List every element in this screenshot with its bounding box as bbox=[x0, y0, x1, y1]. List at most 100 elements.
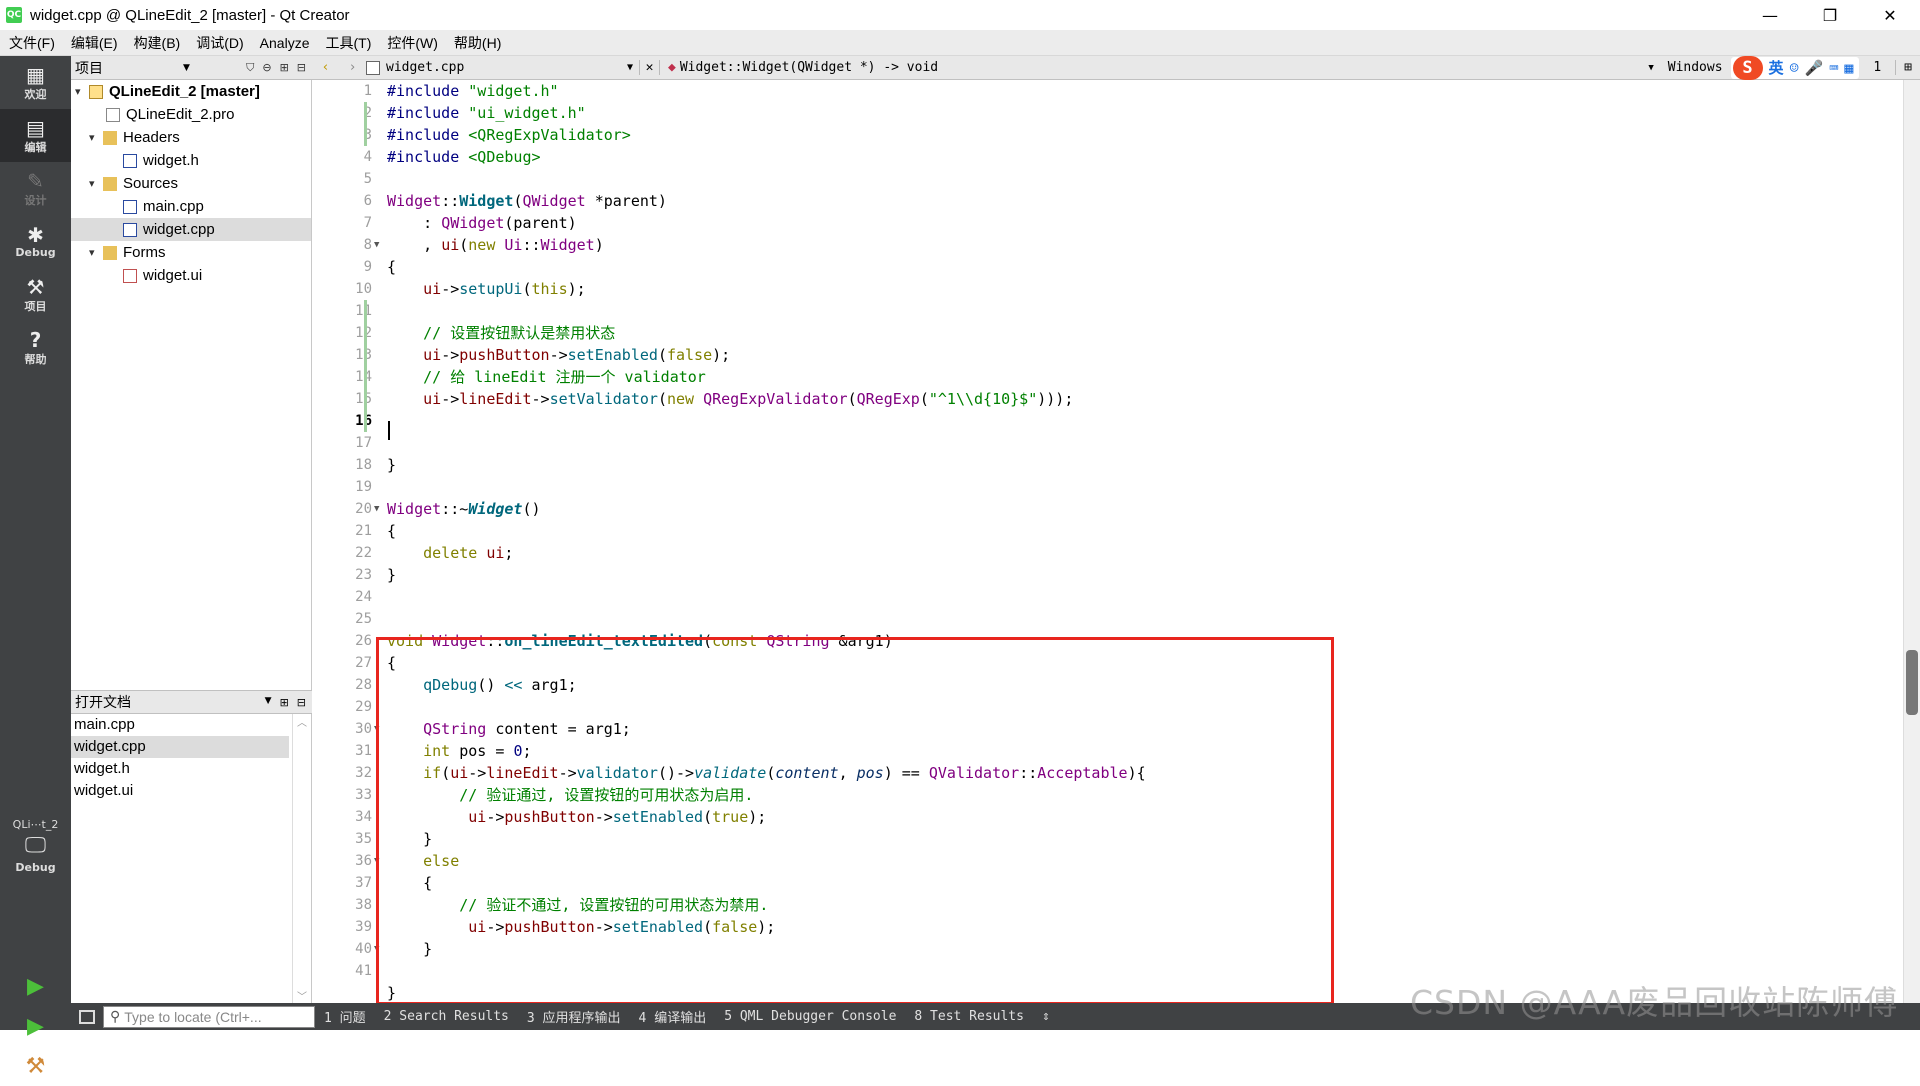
tree-item-main-cpp[interactable]: main.cpp bbox=[71, 195, 311, 218]
mode-design[interactable]: ✎ 设计 bbox=[0, 162, 71, 215]
tree-item-sources[interactable]: ▾ Sources bbox=[71, 172, 311, 195]
open-doc-item[interactable]: main.cpp bbox=[71, 714, 289, 736]
close-button[interactable]: ✕ bbox=[1860, 0, 1920, 30]
tree-item-headers[interactable]: ▾ Headers bbox=[71, 126, 311, 149]
scrollbar-thumb[interactable] bbox=[1906, 650, 1918, 715]
tree-item-project[interactable]: ▾ QLineEdit_2 [master] bbox=[71, 80, 311, 103]
code-token: ); bbox=[567, 280, 586, 298]
keyboard-icon[interactable]: ⌨ bbox=[1829, 59, 1838, 77]
close-pane-icon[interactable]: ⊟ bbox=[297, 61, 306, 75]
close-pane-icon[interactable]: ⊟ bbox=[297, 696, 306, 709]
menu-controls[interactable]: 控件(W) bbox=[378, 33, 445, 53]
help-icon: ? bbox=[29, 327, 42, 352]
link-icon[interactable]: ⊖ bbox=[262, 61, 271, 75]
kit-selector[interactable]: QLi⋯t_2 🖵 Debug bbox=[0, 818, 71, 874]
code-token: ))); bbox=[1037, 390, 1074, 408]
pane-compile-output[interactable]: 4 编译输出 bbox=[630, 1007, 716, 1026]
menu-bar: 文件(F) 编辑(E) 构建(B) 调试(D) Analyze 工具(T) 控件… bbox=[0, 30, 1920, 56]
mode-edit[interactable]: ▤ 编辑 bbox=[0, 109, 71, 162]
editor-scrollbar[interactable] bbox=[1903, 80, 1920, 1003]
chevron-down-icon[interactable]: ▾ bbox=[75, 85, 89, 98]
code-line: } bbox=[387, 566, 397, 584]
pane-test-results[interactable]: 8 Test Results bbox=[905, 1009, 1033, 1024]
open-documents-scrollbar[interactable]: ︿ ﹀ bbox=[292, 714, 311, 1003]
mode-welcome[interactable]: ▦ 欢迎 bbox=[0, 56, 71, 109]
emoji-icon[interactable]: ☺ bbox=[1790, 59, 1799, 77]
view-dropdown-icon[interactable]: ▼ bbox=[183, 63, 190, 73]
tree-item-forms[interactable]: ▾ Forms bbox=[71, 241, 311, 264]
build-button[interactable]: ⚒ bbox=[0, 1046, 71, 1086]
view-dropdown-icon[interactable]: ▼ bbox=[265, 696, 272, 709]
sogou-logo-icon: S bbox=[1732, 55, 1763, 80]
code-token: -> bbox=[549, 346, 568, 364]
code-token: ::~ bbox=[441, 500, 469, 518]
fold-arrow-icon[interactable]: ▼ bbox=[374, 234, 379, 256]
locator-input[interactable]: ⚲ Type to locate (Ctrl+... bbox=[103, 1005, 315, 1028]
tree-item-widget-h[interactable]: widget.h bbox=[71, 149, 311, 172]
ime-language-label[interactable]: 英 bbox=[1769, 57, 1784, 78]
close-document-button[interactable]: ✕ bbox=[640, 60, 660, 75]
symbol-dropdown-icon[interactable]: ▼ bbox=[1648, 63, 1659, 73]
code-token: ( bbox=[522, 280, 532, 298]
mode-label: 欢迎 bbox=[24, 87, 47, 101]
pane-qml-debugger[interactable]: 5 QML Debugger Console bbox=[715, 1009, 905, 1024]
filter-icon[interactable]: ⛉ bbox=[246, 61, 254, 75]
document-selector[interactable]: widget.cpp ▼ bbox=[366, 60, 640, 75]
menu-help[interactable]: 帮助(H) bbox=[445, 33, 508, 53]
pane-issues[interactable]: 1 问题 bbox=[315, 1007, 375, 1026]
tree-item-pro-file[interactable]: QLineEdit_2.pro bbox=[71, 103, 311, 126]
mode-debug[interactable]: ✱ Debug bbox=[0, 215, 71, 268]
menu-debug[interactable]: 调试(D) bbox=[187, 33, 250, 53]
menu-analyze[interactable]: Analyze bbox=[251, 35, 317, 51]
menu-build[interactable]: 构建(B) bbox=[125, 33, 188, 53]
menu-edit[interactable]: 编辑(E) bbox=[62, 33, 125, 53]
chevron-down-icon[interactable]: ▾ bbox=[89, 246, 103, 259]
symbol-selector[interactable]: ◆ Widget::Widget(QWidget *) -> void bbox=[660, 60, 938, 75]
mode-help[interactable]: ? 帮助 bbox=[0, 321, 71, 374]
menu-tools[interactable]: 工具(T) bbox=[316, 33, 378, 53]
pane-application-output[interactable]: 3 应用程序输出 bbox=[518, 1007, 630, 1026]
code-token: ui bbox=[423, 390, 442, 408]
open-doc-item[interactable]: widget.cpp bbox=[71, 736, 289, 758]
chevron-down-icon[interactable]: ▾ bbox=[89, 177, 103, 190]
tree-item-widget-cpp[interactable]: widget.cpp bbox=[71, 218, 311, 241]
pane-search-results[interactable]: 2 Search Results bbox=[375, 1009, 518, 1024]
title-bar: QC widget.cpp @ QLineEdit_2 [master] - Q… bbox=[0, 0, 1920, 30]
watermark: CSDN @AAA废品回收站陈师傅 bbox=[1410, 983, 1899, 1022]
split-icon[interactable]: ⊞ bbox=[280, 61, 289, 75]
line-ending-selector[interactable]: Windows bbox=[1660, 60, 1731, 75]
chevron-down-icon[interactable]: ▾ bbox=[89, 131, 103, 144]
microphone-icon[interactable]: 🎤 bbox=[1805, 59, 1824, 77]
highlight-annotation-box bbox=[376, 637, 1334, 1005]
code-line: #include "ui_widget.h" bbox=[387, 102, 586, 124]
tree-item-label: widget.cpp bbox=[143, 221, 215, 238]
run-button[interactable]: ▶ bbox=[0, 966, 71, 1006]
split-editor-icon[interactable]: ⊞ bbox=[1895, 60, 1920, 75]
cursor-position[interactable]: 1 bbox=[1859, 60, 1895, 75]
tree-item-widget-ui[interactable]: widget.ui bbox=[71, 264, 311, 287]
text-cursor bbox=[388, 421, 390, 440]
maximize-button[interactable]: ❐ bbox=[1800, 0, 1860, 30]
mode-projects[interactable]: ⚒ 项目 bbox=[0, 268, 71, 321]
split-icon[interactable]: ⊞ bbox=[280, 696, 289, 709]
code-token: #include bbox=[387, 104, 469, 122]
open-doc-item[interactable]: widget.h bbox=[71, 758, 289, 780]
forward-arrow-icon[interactable]: › bbox=[349, 60, 357, 75]
line-number: 29 bbox=[355, 699, 372, 715]
back-arrow-icon[interactable]: ‹ bbox=[322, 60, 330, 75]
tree-item-label: Forms bbox=[123, 244, 166, 261]
more-panes-icon[interactable]: ⇕ bbox=[1033, 1009, 1059, 1024]
fold-arrow-icon[interactable]: ▼ bbox=[374, 498, 379, 520]
minimize-button[interactable]: — bbox=[1740, 0, 1800, 30]
toggle-sidebar-button[interactable] bbox=[79, 1009, 95, 1024]
open-doc-item[interactable]: widget.ui bbox=[71, 780, 289, 802]
code-line: #include <QDebug> bbox=[387, 146, 541, 168]
debug-run-button[interactable]: ▶ bbox=[0, 1006, 71, 1046]
apps-grid-icon[interactable]: ▦ bbox=[1844, 59, 1853, 77]
menu-file[interactable]: 文件(F) bbox=[0, 33, 62, 53]
change-marker bbox=[364, 300, 367, 432]
ime-toolbar[interactable]: S 英 ☺ 🎤 ⌨ ▦ bbox=[1730, 55, 1860, 80]
debug-play-icon: ▶ bbox=[27, 1013, 44, 1039]
